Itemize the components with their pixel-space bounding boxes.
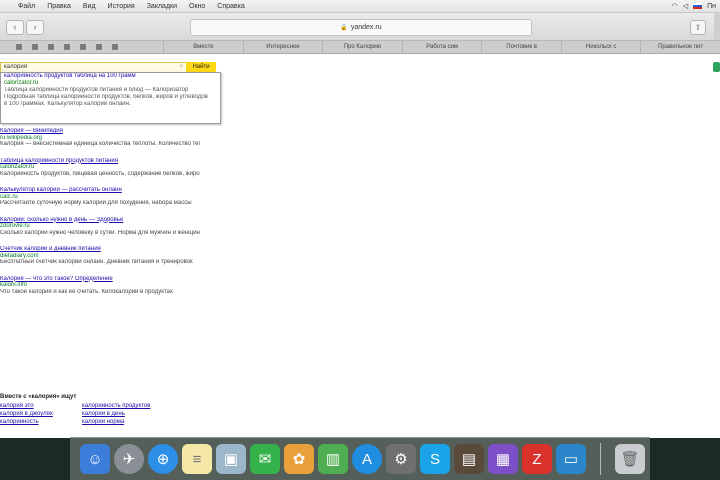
related-link[interactable]: калория это (0, 403, 78, 410)
search-results: Калория — Википедия ru.wikipedia.org Кал… (0, 128, 200, 305)
menu-extras: ◠ ◁ Пн (672, 2, 720, 11)
search-query: калория (4, 64, 27, 70)
screen-sharing-icon[interactable]: ▭ (556, 444, 586, 474)
calendar-widget-icon[interactable]: ▦ (488, 444, 518, 474)
menu-item-history[interactable]: История (108, 3, 135, 10)
sidebar-icon[interactable] (16, 44, 22, 50)
result-snippet: Бесплатный счётчик калорий онлайн. Дневн… (0, 259, 193, 265)
app-store-icon[interactable]: A (352, 444, 382, 474)
address-text: yandex.ru (350, 24, 382, 31)
favorites-bar: Вместе Интересное Про Калорию Работа сим… (0, 41, 720, 54)
messages-icon[interactable]: ✉ (250, 444, 280, 474)
result-snippet: Что такое калория и как её считать. Кило… (0, 288, 173, 295)
browser-toolbar: ‹ › 🔒 yandex.ru ⇪ (0, 13, 720, 41)
skype-icon[interactable]: S (420, 444, 450, 474)
side-widget-icon[interactable] (713, 62, 720, 72)
related-link[interactable]: калорийность (0, 419, 78, 426)
menu-item-help[interactable]: Справка (217, 3, 244, 10)
result-item: Счётчик калорий и дневник питания dietad… (0, 246, 200, 266)
menu-bar: Файл Правка Вид История Закладки Окно Сп… (0, 0, 720, 13)
filezilla-icon[interactable]: Z (522, 444, 552, 474)
related-link[interactable]: калория в джоулях (0, 411, 78, 418)
tab-1[interactable]: Вместе (163, 41, 243, 53)
web-page: калория × Найти калорийность продуктов т… (0, 54, 720, 438)
system-preferences-icon[interactable]: ⚙ (386, 444, 416, 474)
result-item: Калории: сколько нужно в день — Здоровье… (0, 217, 200, 237)
reading-list-icon[interactable] (48, 44, 54, 50)
tab-2[interactable]: Интересное (242, 41, 323, 53)
related-searches: Вместе с «калория» ищут калория это кало… (0, 394, 160, 426)
safari-icon[interactable]: ⊕ (148, 444, 178, 474)
finder-icon[interactable]: ☺ (80, 444, 110, 474)
top-sites-icon[interactable] (32, 44, 38, 50)
tab-3[interactable]: Про Калорию (322, 41, 402, 53)
wifi-icon[interactable]: ◠ (672, 2, 678, 10)
menu-item-bookmarks[interactable]: Закладки (147, 3, 177, 10)
tab-5[interactable]: Почтовик в (481, 41, 561, 53)
result-snippet: Сколько калорий нужно человеку в сутки. … (0, 229, 200, 236)
menu-item-view[interactable]: Вид (83, 3, 96, 10)
history-icon[interactable] (80, 44, 86, 50)
suggest-snippet: в 100 граммах. Калькулятор калорий онлай… (4, 101, 131, 107)
trash-icon[interactable]: 🗑 (615, 444, 645, 474)
address-bar[interactable]: 🔒 yandex.ru (190, 19, 532, 36)
related-heading: Вместе с «калория» ищут (0, 394, 77, 400)
bookmarks-icon[interactable] (64, 44, 70, 50)
result-snippet: Рассчитайте суточную норму калорий для п… (0, 200, 192, 206)
result-snippet: Калорийность продуктов, пищевая ценность… (0, 170, 200, 177)
tab-7[interactable]: Правильное пит (640, 41, 720, 53)
tab-4[interactable]: Работа сим (401, 41, 482, 53)
search-button[interactable]: Найти (186, 62, 216, 72)
result-item: Калькулятор калорий — рассчитать онлайн … (0, 187, 200, 207)
suggest-dropdown: калорийность продуктов таблица на 100 гр… (0, 72, 221, 124)
menu-item-edit[interactable]: Правка (47, 3, 71, 10)
related-link[interactable]: калорийность продуктов (82, 403, 160, 410)
result-item: Калория — Википедия ru.wikipedia.org Кал… (0, 128, 200, 148)
downloads-icon[interactable] (96, 44, 102, 50)
dock-separator (600, 443, 601, 475)
launchpad-icon[interactable]: ✈ (114, 444, 144, 474)
lock-icon: 🔒 (340, 25, 348, 31)
result-item: Калория — что это такое? Определение kal… (0, 276, 200, 296)
back-button[interactable]: ‹ (6, 20, 24, 35)
suggest-url[interactable]: calorizator.ru (1, 80, 220, 87)
suggest-snippet: Подробная таблица калорийности продуктов… (4, 94, 208, 100)
related-link[interactable]: калорий в день (82, 411, 160, 418)
preview-icon[interactable]: ▣ (216, 444, 246, 474)
volume-icon[interactable]: ◁ (683, 2, 688, 10)
suggest-snippet: Таблица калорийности продуктов питания и… (4, 87, 189, 93)
related-link[interactable]: калорий норма (82, 419, 160, 426)
extensions-icon[interactable] (112, 44, 118, 50)
related-grid: калория это калорийность продуктов калор… (0, 403, 160, 426)
menu-item-file[interactable]: Файл (18, 3, 35, 10)
input-language-flag-icon[interactable] (693, 3, 703, 9)
favorites-icons (0, 41, 163, 53)
forward-button[interactable]: › (26, 20, 44, 35)
photo-booth-icon[interactable]: ▤ (454, 444, 484, 474)
share-button[interactable]: ⇪ (690, 20, 706, 35)
clear-icon[interactable]: × (179, 63, 183, 72)
photos-icon[interactable]: ✿ (284, 444, 314, 474)
suggest-item[interactable]: калорийность продуктов таблица на 100 гр… (1, 73, 220, 80)
clock[interactable]: Пн (707, 3, 716, 10)
window-edge (714, 13, 720, 40)
result-item: Таблица калорийности продуктов питания c… (0, 158, 200, 178)
menu-item-window[interactable]: Окно (189, 3, 205, 10)
numbers-icon[interactable]: ▥ (318, 444, 348, 474)
result-snippet: Калория — внесистемная единица количеств… (0, 141, 200, 147)
notes-icon[interactable]: ≡ (182, 444, 212, 474)
dock: ☺ ✈ ⊕ ≡ ▣ ✉ ✿ ▥ A ⚙ S ▤ ▦ Z ▭ 🗑 (70, 437, 650, 480)
tab-6[interactable]: Никольск с (560, 41, 641, 53)
